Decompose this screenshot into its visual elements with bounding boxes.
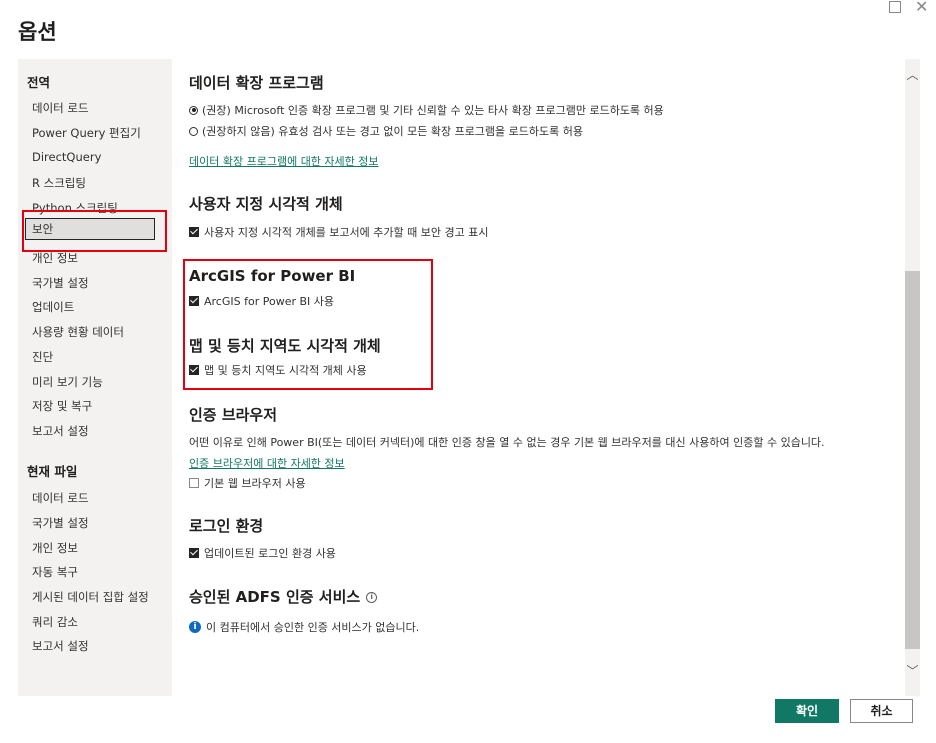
- sidebar: 전역 데이터 로드 Power Query 편집기 DirectQuery R …: [18, 59, 172, 696]
- checkbox-checked-icon: [189, 227, 199, 237]
- sidebar-item-data-load[interactable]: 데이터 로드: [32, 100, 89, 116]
- checkbox-label: 사용자 지정 시각적 개체를 보고서에 추가할 때 보안 경고 표시: [204, 226, 489, 239]
- dialog-title: 옵션: [18, 20, 57, 44]
- radio-label: (권장하지 않음) 유효성 검사 또는 경고 없이 모든 확장 프로그램을 로드…: [202, 125, 584, 138]
- adfs-heading-text: 승인된 ADFS 인증 서비스: [189, 588, 361, 606]
- scroll-down-icon[interactable]: ﹀: [905, 662, 920, 679]
- radio-extensions-allow-all[interactable]: (권장하지 않음) 유효성 검사 또는 경고 없이 모든 확장 프로그램을 로드…: [189, 123, 583, 139]
- info-outline-icon[interactable]: i: [366, 592, 378, 603]
- sidebar-item-current-privacy[interactable]: 개인 정보: [32, 540, 78, 556]
- sidebar-item-query-reduction[interactable]: 쿼리 감소: [32, 614, 78, 630]
- sidebar-item-security[interactable]: 보안: [25, 218, 155, 240]
- sidebar-item-diagnostics[interactable]: 진단: [32, 349, 53, 365]
- sidebar-item-usage-data[interactable]: 사용량 현황 데이터: [32, 324, 124, 340]
- radio-extensions-recommended[interactable]: (권장) Microsoft 인증 확장 프로그램 및 기타 신뢰할 수 있는 …: [189, 102, 664, 118]
- heading-maps: 맵 및 등치 지역도 시각적 개체: [189, 337, 381, 355]
- heading-custom-visuals: 사용자 지정 시각적 개체: [189, 195, 343, 213]
- adfs-info-message: i 이 컴퓨터에서 승인한 인증 서비스가 없습니다.: [189, 619, 419, 635]
- sidebar-item-regional-settings[interactable]: 국가별 설정: [32, 275, 89, 291]
- sidebar-item-preview-features[interactable]: 미리 보기 기능: [32, 374, 103, 390]
- link-auth-browser-info[interactable]: 인증 브라우저에 대한 자세한 정보: [189, 455, 345, 471]
- link-data-extensions-info[interactable]: 데이터 확장 프로그램에 대한 자세한 정보: [189, 153, 379, 169]
- checkbox-arcgis[interactable]: ArcGIS for Power BI 사용: [189, 293, 334, 309]
- scroll-up-icon[interactable]: ︿: [905, 66, 920, 83]
- info-text: 이 컴퓨터에서 승인한 인증 서비스가 없습니다.: [206, 621, 420, 634]
- sidebar-item-current-data-load[interactable]: 데이터 로드: [32, 490, 89, 506]
- sidebar-item-current-report-settings[interactable]: 보고서 설정: [32, 638, 89, 654]
- sidebar-item-published-dataset-settings[interactable]: 게시된 데이터 집합 설정: [32, 589, 149, 605]
- checkbox-default-browser[interactable]: 기본 웹 브라우저 사용: [189, 475, 306, 491]
- radio-unselected-icon: [189, 126, 198, 136]
- ok-button[interactable]: 확인: [775, 699, 839, 723]
- sidebar-item-python-scripting[interactable]: Python 스크립팅: [32, 200, 118, 216]
- close-button[interactable]: ✕: [915, 0, 928, 16]
- heading-data-extensions: 데이터 확장 프로그램: [189, 74, 324, 92]
- sidebar-item-updates[interactable]: 업데이트: [32, 299, 74, 315]
- sidebar-item-power-query-editor[interactable]: Power Query 편집기: [32, 125, 141, 141]
- sidebar-item-privacy[interactable]: 개인 정보: [32, 250, 78, 266]
- heading-auth-browser: 인증 브라우저: [189, 406, 278, 424]
- checkbox-checked-icon: [189, 296, 199, 306]
- maximize-button[interactable]: [889, 0, 901, 13]
- radio-selected-icon: [189, 105, 198, 115]
- checkbox-label: ArcGIS for Power BI 사용: [204, 295, 335, 308]
- checkbox-label: 기본 웹 브라우저 사용: [204, 477, 306, 490]
- sidebar-item-report-settings[interactable]: 보고서 설정: [32, 423, 89, 439]
- heading-login: 로그인 환경: [189, 517, 264, 535]
- heading-adfs: 승인된 ADFS 인증 서비스 i: [189, 586, 378, 607]
- scrollbar-thumb[interactable]: [905, 271, 920, 649]
- checkbox-maps[interactable]: 맵 및 등치 지역도 시각적 개체 사용: [189, 362, 367, 378]
- settings-content: 데이터 확장 프로그램 (권장) Microsoft 인증 확장 프로그램 및 …: [172, 59, 905, 696]
- info-icon: i: [189, 621, 201, 633]
- sidebar-header-current-file: 현재 파일: [27, 464, 78, 479]
- sidebar-item-current-regional-settings[interactable]: 국가별 설정: [32, 515, 89, 531]
- sidebar-item-save-recovery[interactable]: 저장 및 복구: [32, 398, 92, 414]
- sidebar-header-global: 전역: [27, 75, 51, 90]
- checkbox-checked-icon: [189, 548, 199, 558]
- checkbox-checked-icon: [189, 365, 199, 375]
- auth-browser-description: 어떤 이유로 인해 Power BI(또는 데이터 커넥터)에 대한 인증 창을…: [189, 436, 825, 449]
- checkbox-label: 업데이트된 로그인 환경 사용: [204, 547, 336, 560]
- radio-label: (권장) Microsoft 인증 확장 프로그램 및 기타 신뢰할 수 있는 …: [202, 104, 664, 117]
- sidebar-item-auto-recovery[interactable]: 자동 복구: [32, 564, 78, 580]
- sidebar-item-r-scripting[interactable]: R 스크립팅: [32, 175, 86, 191]
- maximize-icon: [889, 1, 901, 13]
- heading-arcgis: ArcGIS for Power BI: [189, 267, 356, 285]
- cancel-button[interactable]: 취소: [850, 699, 913, 723]
- checkbox-updated-login[interactable]: 업데이트된 로그인 환경 사용: [189, 545, 336, 561]
- checkbox-unchecked-icon: [189, 478, 199, 488]
- checkbox-label: 맵 및 등치 지역도 시각적 개체 사용: [204, 364, 367, 377]
- sidebar-item-directquery[interactable]: DirectQuery: [32, 150, 101, 164]
- checkbox-custom-visuals-warning[interactable]: 사용자 지정 시각적 개체를 보고서에 추가할 때 보안 경고 표시: [189, 224, 488, 240]
